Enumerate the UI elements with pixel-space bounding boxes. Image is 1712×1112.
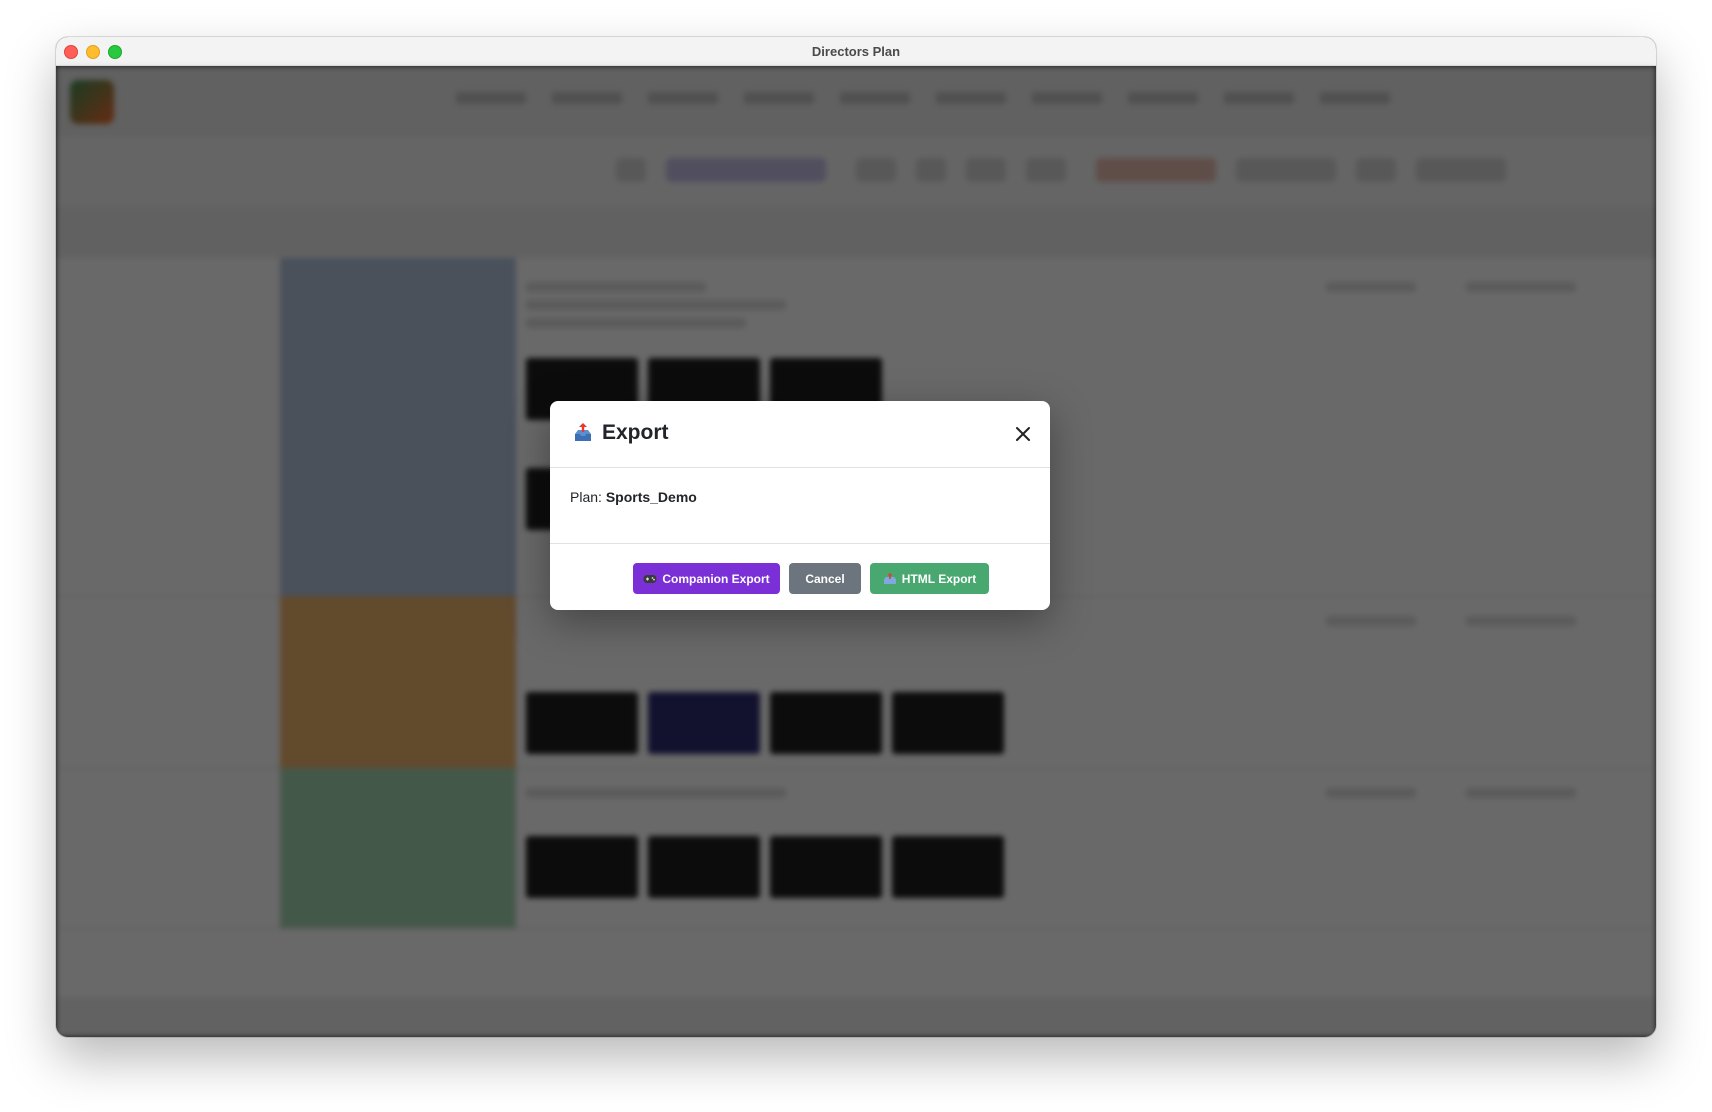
export-tray-icon bbox=[575, 423, 591, 441]
plan-info: Plan: Sports_Demo bbox=[570, 489, 697, 505]
export-dialog: Export Plan: Sports_Demo Companion Expor… bbox=[550, 401, 1050, 610]
dialog-footer: Companion Export Cancel HTML Export bbox=[550, 544, 1050, 610]
gamepad-icon bbox=[643, 574, 657, 583]
window-close-button[interactable] bbox=[64, 45, 78, 59]
dialog-body: Plan: Sports_Demo bbox=[550, 468, 1050, 544]
window-minimize-button[interactable] bbox=[86, 45, 100, 59]
export-tray-icon bbox=[883, 572, 896, 584]
window-title: Directors Plan bbox=[811, 43, 901, 59]
cancel-label: Cancel bbox=[805, 571, 845, 586]
companion-export-label: Companion Export bbox=[662, 571, 770, 586]
plan-label: Plan: bbox=[570, 489, 602, 505]
dialog-header: Export bbox=[550, 401, 1050, 468]
plan-name: Sports_Demo bbox=[605, 489, 697, 505]
dialog-title: Export bbox=[602, 421, 669, 444]
companion-export-button[interactable]: Companion Export bbox=[633, 563, 780, 594]
window-zoom-button[interactable] bbox=[108, 45, 122, 59]
html-export-button[interactable]: HTML Export bbox=[870, 563, 989, 594]
html-export-label: HTML Export bbox=[901, 571, 977, 586]
window-controls bbox=[64, 45, 122, 59]
close-icon[interactable] bbox=[1014, 425, 1032, 443]
title-bar: Directors Plan bbox=[56, 37, 1656, 66]
cancel-button[interactable]: Cancel bbox=[789, 563, 861, 594]
